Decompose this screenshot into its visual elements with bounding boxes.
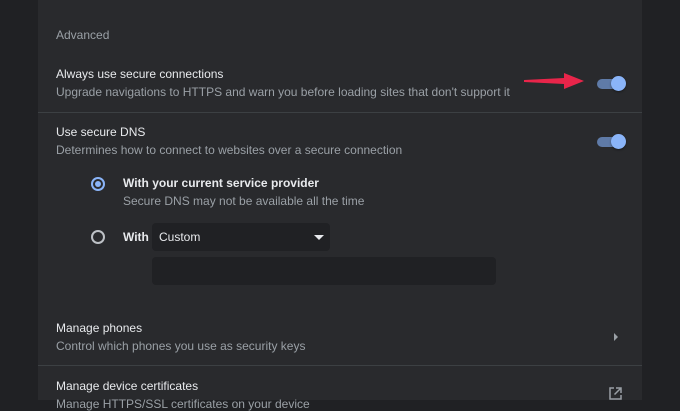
chevron-right-icon[interactable] — [612, 332, 620, 342]
manage-phones-title: Manage phones — [56, 321, 143, 335]
manage-phones-row[interactable] — [38, 305, 642, 365]
manage-certificates-description: Manage HTTPS/SSL certificates on your de… — [56, 397, 310, 411]
radio-custom-provider[interactable] — [91, 230, 105, 244]
custom-provider-label: With — [123, 230, 149, 244]
dns-provider-select-value: Custom — [159, 230, 201, 244]
current-provider-sublabel: Secure DNS may not be available all the … — [123, 194, 365, 208]
divider — [38, 112, 642, 113]
secure-dns-toggle[interactable] — [596, 133, 626, 149]
secure-connections-toggle[interactable] — [596, 75, 626, 91]
secure-connections-title: Always use secure connections — [56, 67, 224, 81]
current-provider-label: With your current service provider — [123, 176, 319, 190]
toggle-knob — [611, 134, 626, 149]
section-title-advanced: Advanced — [56, 28, 110, 42]
red-arrow-icon — [524, 73, 584, 89]
open-external-icon[interactable] — [608, 386, 623, 401]
manage-phones-description: Control which phones you use as security… — [56, 339, 306, 353]
secure-dns-description: Determines how to connect to websites ov… — [56, 143, 403, 157]
radio-current-provider[interactable] — [91, 177, 105, 191]
settings-card: Advanced Always use secure connections U… — [38, 0, 642, 411]
secure-dns-title: Use secure DNS — [56, 125, 146, 139]
toggle-knob — [611, 76, 626, 91]
manage-certificates-title: Manage device certificates — [56, 379, 199, 393]
dns-provider-select[interactable]: Custom — [152, 223, 330, 251]
custom-dns-input[interactable] — [152, 257, 496, 285]
chevron-down-icon — [314, 235, 324, 240]
secure-connections-description: Upgrade navigations to HTTPS and warn yo… — [56, 85, 510, 99]
